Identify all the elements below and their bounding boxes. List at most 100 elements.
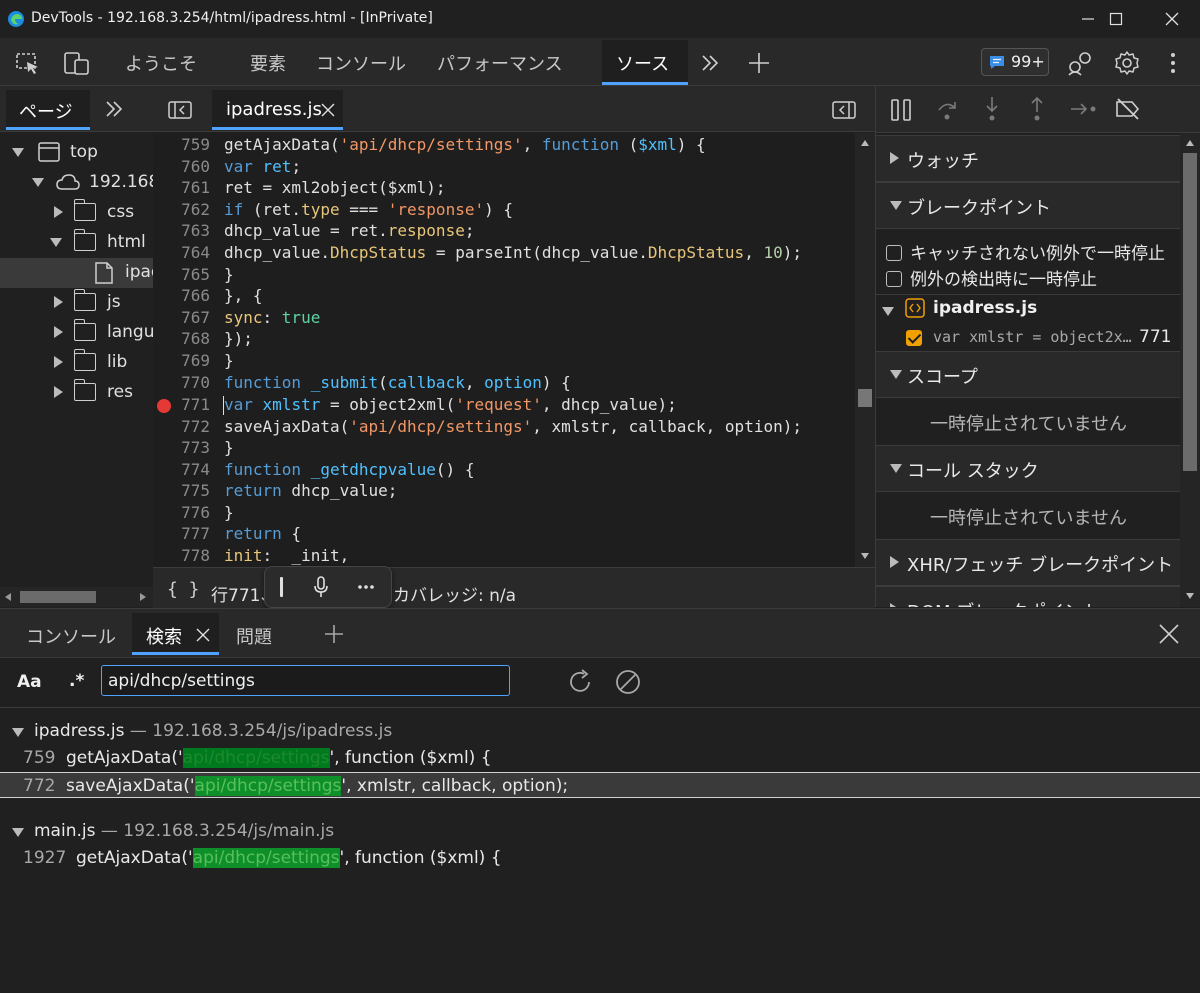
line-number[interactable]: 765 [153, 265, 210, 284]
maximize-button[interactable] [1088, 0, 1144, 38]
breakpoint-file-row[interactable]: ipadress.js [876, 295, 1180, 325]
section-xhr-breakpoints[interactable]: XHR/フェッチ ブレークポイント [876, 539, 1180, 586]
scrollbar-thumb[interactable] [858, 389, 872, 407]
tab-console[interactable]: コンソール [316, 50, 406, 76]
deactivate-breakpoints-icon[interactable] [1115, 98, 1141, 120]
line-number[interactable]: 759 [153, 135, 210, 154]
close-drawer-icon[interactable] [1159, 624, 1179, 644]
line-number[interactable]: 768 [153, 329, 210, 348]
breakpoint-checkbox[interactable] [906, 330, 922, 346]
close-tab-icon[interactable] [196, 628, 210, 642]
add-drawer-tab-icon[interactable] [324, 624, 344, 644]
line-number[interactable]: 775 [153, 481, 210, 500]
scrollbar-thumb[interactable] [20, 591, 96, 603]
debugger-scrollbar[interactable] [1180, 133, 1200, 607]
clear-search-icon[interactable] [614, 668, 642, 696]
section-call-stack[interactable]: コール スタック [876, 445, 1180, 492]
search-input[interactable] [101, 665, 510, 696]
step-icon[interactable] [1070, 100, 1098, 118]
regex-button[interactable]: .* [69, 671, 84, 691]
pause-caught-checkbox[interactable]: 例外の検出時に一時停止 [886, 265, 1097, 290]
microphone-icon[interactable] [313, 576, 329, 598]
tree-item-js[interactable]: js [0, 288, 153, 318]
section-breakpoints[interactable]: ブレークポイント [876, 182, 1180, 229]
checkbox[interactable] [886, 271, 902, 287]
line-number[interactable]: 776 [153, 503, 210, 522]
issues-badge[interactable]: 99+ [981, 48, 1049, 76]
line-number[interactable]: 771 [153, 395, 210, 414]
pretty-print-icon[interactable]: { } [167, 579, 200, 600]
tab-file-ipadress[interactable]: ipadress.js [212, 90, 343, 130]
drawer-tab-search[interactable]: 検索 [132, 613, 219, 655]
line-number[interactable]: 761 [153, 178, 210, 197]
result-match-row[interactable]: 1927 getAjaxData('api/dhcp/settings', fu… [0, 845, 1200, 871]
line-number[interactable]: 772 [153, 417, 210, 436]
result-match-row-selected[interactable]: 772 saveAjaxData('api/dhcp/settings', xm… [0, 772, 1200, 798]
breakpoint-entry[interactable]: var xmlstr = object2xml('request', dhcp_… [876, 325, 1180, 351]
scroll-left-icon[interactable] [4, 593, 12, 601]
editor-vertical-scrollbar[interactable] [855, 133, 875, 567]
scroll-up-icon[interactable] [1186, 139, 1194, 147]
add-tab-icon[interactable] [748, 52, 770, 74]
tab-welcome[interactable]: ようこそ [125, 50, 197, 76]
drawer-tab-issues[interactable]: 問題 [236, 623, 272, 649]
line-number[interactable]: 762 [153, 200, 210, 219]
section-scope[interactable]: スコープ [876, 351, 1180, 398]
line-number[interactable]: 763 [153, 221, 210, 240]
scroll-down-icon[interactable] [1186, 592, 1194, 600]
close-window-button[interactable] [1144, 0, 1200, 38]
line-number[interactable]: 764 [153, 243, 210, 262]
step-into-icon[interactable] [982, 96, 1002, 122]
result-match-row[interactable]: 759 getAjaxData('api/dhcp/settings', fun… [0, 745, 1200, 771]
toggle-debugger-icon[interactable] [832, 101, 856, 119]
step-over-icon[interactable] [936, 98, 958, 122]
inspect-element-icon[interactable] [16, 53, 40, 75]
line-number[interactable]: 766 [153, 286, 210, 305]
result-file-group[interactable]: main.js — 192.168.3.254/js/main.js [0, 820, 1200, 844]
tree-item-host[interactable]: 192.168.3.254 [0, 168, 153, 198]
scrollbar-thumb[interactable] [1183, 153, 1197, 471]
line-number[interactable]: 767 [153, 308, 210, 327]
navigator-horizontal-scrollbar[interactable] [0, 587, 153, 607]
tree-item-css[interactable]: css [0, 198, 153, 228]
settings-gear-icon[interactable] [1114, 50, 1140, 76]
line-number[interactable]: 773 [153, 438, 210, 457]
line-number[interactable]: 760 [153, 157, 210, 176]
line-number[interactable]: 774 [153, 460, 210, 479]
device-emulation-icon[interactable] [64, 52, 90, 76]
refresh-icon[interactable] [566, 668, 594, 696]
more-tabs-icon[interactable] [700, 53, 720, 73]
ellipsis-icon[interactable] [357, 584, 375, 590]
tab-performance[interactable]: パフォーマンス [437, 50, 563, 76]
connect-icon[interactable] [1067, 50, 1093, 76]
tab-page[interactable]: ページ [6, 90, 90, 130]
pause-uncaught-checkbox[interactable]: キャッチされない例外で一時停止 [886, 239, 1165, 264]
scroll-down-icon[interactable] [861, 552, 869, 560]
result-file-group[interactable]: ipadress.js — 192.168.3.254/js/ipadress.… [0, 720, 1200, 744]
more-navigators-icon[interactable] [104, 99, 124, 119]
section-watch[interactable]: ウォッチ [876, 135, 1180, 182]
code-editor[interactable]: 759 getAjaxData('api/dhcp/settings', fun… [153, 133, 855, 567]
close-tab-icon[interactable] [321, 103, 335, 117]
tab-elements[interactable]: 要素 [250, 50, 286, 76]
line-number[interactable]: 770 [153, 373, 210, 392]
match-case-button[interactable]: Aa [17, 672, 42, 692]
tree-item-top[interactable]: top [0, 138, 153, 168]
text-cursor-icon[interactable] [280, 577, 283, 597]
toggle-navigator-icon[interactable] [168, 101, 192, 119]
drawer-tab-console[interactable]: コンソール [26, 623, 116, 649]
tree-item-file-selected[interactable]: ipadress.html [0, 258, 153, 288]
checkbox[interactable] [886, 245, 902, 261]
section-dom-breakpoints[interactable]: DOM ブレークポイント [876, 586, 1180, 607]
tree-item-res[interactable]: res [0, 378, 153, 408]
tab-sources[interactable]: ソース [616, 50, 669, 76]
line-number[interactable]: 777 [153, 524, 210, 543]
scroll-up-icon[interactable] [861, 139, 869, 147]
pause-icon[interactable] [890, 98, 912, 122]
tree-item-html[interactable]: html [0, 228, 153, 258]
line-number[interactable]: 769 [153, 351, 210, 370]
tree-item-language[interactable]: language [0, 318, 153, 348]
step-out-icon[interactable] [1027, 96, 1047, 122]
scroll-right-icon[interactable] [139, 593, 147, 601]
tree-item-lib[interactable]: lib [0, 348, 153, 378]
